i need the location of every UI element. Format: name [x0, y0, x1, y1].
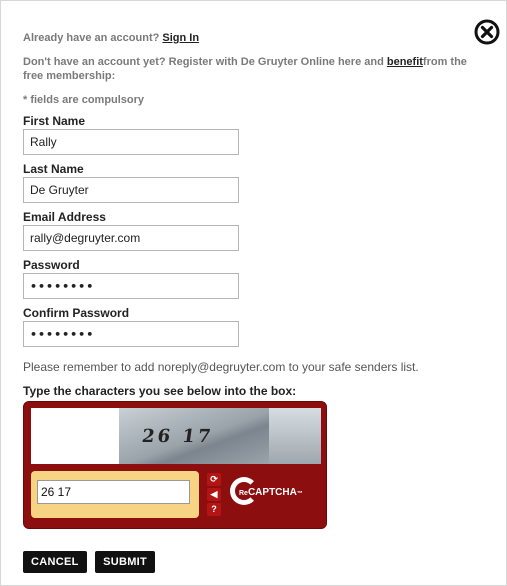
recaptcha-trademark: ™ [296, 491, 303, 497]
last-name-label: Last Name [23, 162, 84, 176]
audio-icon[interactable]: ◀ [207, 488, 221, 501]
captcha-input-area [31, 471, 199, 518]
email-label: Email Address [23, 210, 106, 224]
first-name-input[interactable] [23, 129, 239, 155]
help-icon[interactable]: ? [207, 503, 221, 516]
intro-text: Don't have an account yet? Register with… [23, 55, 488, 83]
signin-prompt: Already have an account? [23, 32, 160, 44]
password-label: Password [23, 258, 80, 272]
captcha-response-input[interactable] [37, 480, 190, 504]
password-input[interactable] [23, 273, 239, 299]
recaptcha-brand: ReCAPTCHA™ [239, 487, 303, 498]
benefit-link[interactable]: benefit [387, 56, 423, 68]
captcha-image: 26 17 [31, 408, 321, 464]
registration-dialog: Already have an account? Sign In Don't h… [0, 0, 507, 586]
required-note: * fields are compulsory [23, 94, 145, 106]
intro-text-start: Don't have an account yet? Register with… [23, 56, 387, 68]
refresh-icon[interactable]: ⟳ [207, 473, 221, 486]
submit-button[interactable]: SUBMIT [95, 551, 156, 573]
signin-link[interactable]: Sign In [162, 32, 199, 44]
recaptcha-widget: 26 17 ⟳ ◀ ? ReCAPTCHA™ [23, 401, 327, 529]
recaptcha-brand-main: CAPTCHA [247, 487, 297, 498]
cancel-button[interactable]: CANCEL [23, 551, 87, 573]
captcha-image-text: 26 17 [140, 426, 215, 447]
confirm-password-label: Confirm Password [23, 306, 130, 320]
confirm-password-input[interactable] [23, 321, 239, 347]
captcha-label: Type the characters you see below into t… [23, 384, 297, 398]
recaptcha-brand-prefix: Re [239, 490, 248, 497]
captcha-tools: ⟳ ◀ ? [207, 473, 221, 518]
registration-form: Already have an account? Sign In Don't h… [23, 31, 488, 573]
recaptcha-logo: ReCAPTCHA™ [230, 477, 310, 513]
first-name-label: First Name [23, 114, 86, 128]
email-input[interactable] [23, 225, 239, 251]
safe-senders-note: Please remember to add noreply@degruyter… [23, 360, 419, 374]
last-name-input[interactable] [23, 177, 239, 203]
form-actions: CANCEL SUBMIT [23, 551, 488, 573]
signin-row: Already have an account? Sign In [23, 31, 488, 45]
